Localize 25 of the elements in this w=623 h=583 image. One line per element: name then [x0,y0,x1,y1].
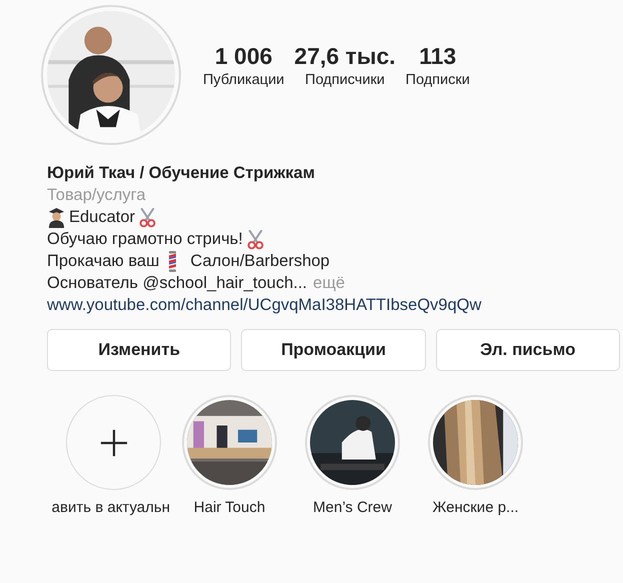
bio-text: Обучаю грамотно стричь! [47,229,243,250]
highlight-label[interactable]: авить в актуальн [52,499,170,516]
highlight-label[interactable]: Женские р... [432,499,519,516]
highlight-label[interactable]: Men’s Crew [313,499,392,516]
stat-label[interactable]: Публикации [203,72,284,88]
bio-text: Прокачаю ваш [47,251,160,272]
stat-count: 27,6 тыс. [294,42,396,70]
stat-count: 1 006 [214,42,272,70]
profile-name: Юрий Ткач / Обучение Стрижкам [47,163,316,184]
bio-text: Салон/Barbershop [190,251,330,272]
bio-text: Основатель @school_hair_touch... [47,273,308,294]
stat-label[interactable]: Подписчики [305,72,385,88]
profile-category: Товар/услуга [47,185,147,206]
highlight-label[interactable]: Hair Touch [194,499,266,516]
graduate-icon [47,206,66,228]
profile-button[interactable]: Изменить [47,329,232,371]
scissors-icon [138,206,158,228]
stat-label[interactable]: Подписки [406,72,470,88]
bio-text: Educator [69,207,136,228]
website-link[interactable]: www.youtube.com/channel/UCgvqMaI38HATTIbseQv9qQw [47,294,482,316]
profile-button[interactable]: Эл. письмо [436,329,620,371]
stat-count: 113 [419,42,456,70]
profile-button[interactable]: Промоакции [241,329,426,371]
plus-icon [100,428,128,456]
scissors-icon [246,228,265,250]
